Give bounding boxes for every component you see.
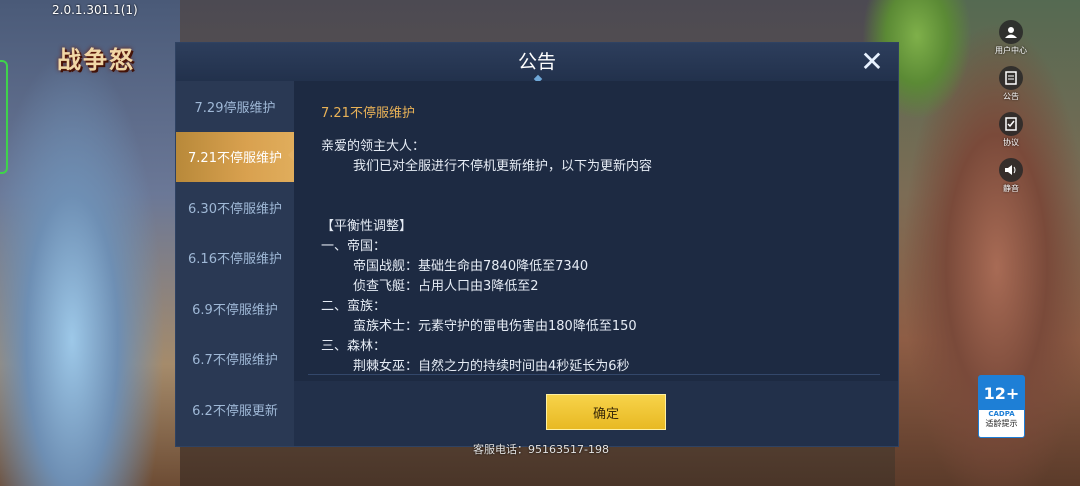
side-item-label: 公告 <box>1003 92 1019 101</box>
notice-title: 7.21不停服维护 <box>321 106 415 121</box>
side-menu: 用户中心 公告 协议 静音 <box>990 20 1032 194</box>
side-item-label: 静音 <box>1003 184 1019 193</box>
version-label: 2.0.1.301.1(1) <box>52 3 138 17</box>
side-item-agreement[interactable]: 协议 <box>999 112 1023 148</box>
notice-line: 帝国战舰：基础生命由7840降低至7340 <box>353 259 589 274</box>
notice-line <box>321 177 881 197</box>
age-rating-badge[interactable]: 12+ CADPA 适龄提示 <box>978 375 1025 438</box>
notice-line: 我们已对全服进行不停机更新维护，以下为更新内容 <box>353 159 653 174</box>
notice-line: 【平衡性调整】 <box>321 219 413 234</box>
side-item-mute[interactable]: 静音 <box>999 158 1023 194</box>
confirm-button[interactable]: 确定 <box>546 394 666 430</box>
tab-notice[interactable]: 6.2不停服更新 <box>176 384 294 435</box>
close-button[interactable]: ✕ <box>854 45 890 79</box>
tab-notice[interactable]: 6.9不停服维护 <box>176 283 294 334</box>
side-item-label: 用户中心 <box>995 46 1027 55</box>
side-tab-edge[interactable] <box>0 60 8 174</box>
notice-line: 亲爱的领主大人： <box>321 139 426 154</box>
tab-notice[interactable]: 6.30不停服维护 <box>176 182 294 233</box>
notice-line: 一、帝国： <box>321 239 387 254</box>
notice-tab-list: 7.29停服维护 7.21不停服维护 6.30不停服维护 6.16不停服维护 6… <box>176 81 294 446</box>
dialog-title: 公告 <box>517 51 556 73</box>
tab-notice-active[interactable]: 7.21不停服维护 <box>176 131 294 182</box>
sound-icon <box>999 158 1023 182</box>
age-rating-org: CADPA <box>988 410 1015 418</box>
tab-notice[interactable]: 6.7不停服维护 <box>176 334 294 385</box>
notice-content[interactable]: 7.21不停服维护 亲爱的领主大人： 我们已对全服进行不停机更新维护，以下为更新… <box>294 81 898 381</box>
dialog-header: 公告 <box>176 43 898 84</box>
announcement-dialog: 公告 ✕ 7.29停服维护 7.21不停服维护 6.30不停服维护 6.16不停… <box>175 42 899 447</box>
tab-notice[interactable]: 6.16不停服维护 <box>176 233 294 284</box>
age-rating-tip: 适龄提示 <box>985 419 1018 428</box>
agreement-icon <box>999 112 1023 136</box>
user-icon <box>999 20 1023 44</box>
notice-line: 侦查飞艇：占用人口由3降低至2 <box>353 279 539 294</box>
side-item-user-center[interactable]: 用户中心 <box>995 20 1027 56</box>
side-item-notice[interactable]: 公告 <box>999 66 1023 102</box>
notice-body: 亲爱的领主大人： 我们已对全服进行不停机更新维护，以下为更新内容 【平衡性调整】… <box>321 137 881 377</box>
close-icon: ✕ <box>860 45 884 78</box>
notice-line: 蛮族术士：元素守护的雷电伤害由180降低至150 <box>353 319 637 334</box>
notice-icon <box>999 66 1023 90</box>
content-divider <box>308 374 880 375</box>
tab-notice[interactable]: 7.29停服维护 <box>176 81 294 132</box>
customer-service-phone: 客服电话：95163517-198 <box>473 443 609 456</box>
notice-line: 二、蛮族： <box>321 299 387 314</box>
notice-line: 三、森林： <box>321 339 387 354</box>
game-logo: 战争怒 <box>57 45 135 74</box>
notice-line <box>321 197 881 217</box>
age-rating: 12+ <box>979 376 1024 410</box>
side-item-label: 协议 <box>1003 138 1019 147</box>
